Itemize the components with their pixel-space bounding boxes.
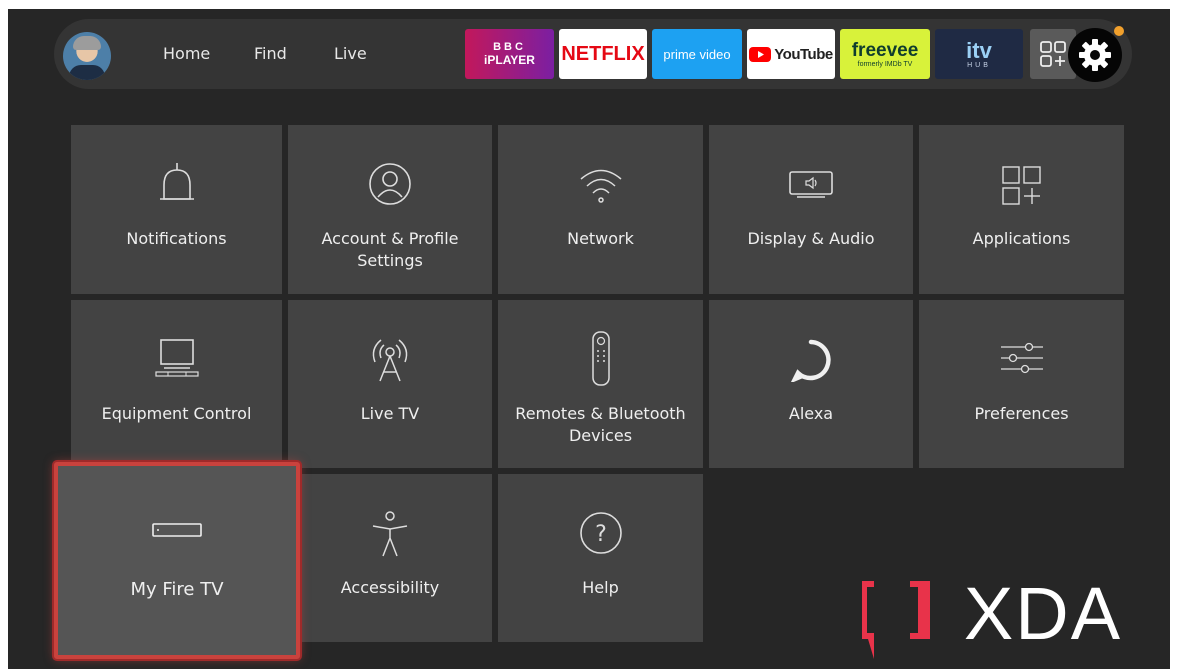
tile-notifications[interactable]: Notifications bbox=[71, 125, 282, 294]
app-youtube[interactable]: YouTube bbox=[747, 29, 835, 79]
tile-equipment-label: Equipment Control bbox=[101, 404, 252, 423]
tile-help-label: Help bbox=[582, 578, 619, 597]
gear-icon bbox=[1079, 39, 1111, 71]
tile-preferences-label: Preferences bbox=[974, 404, 1069, 423]
tile-live-tv[interactable]: Live TV bbox=[288, 300, 492, 468]
tile-remotes-label: Remotes & Bluetooth Devices bbox=[515, 404, 686, 445]
tile-notifications-label: Notifications bbox=[126, 229, 227, 248]
freevee-subtitle: formerly IMDb TV bbox=[857, 60, 913, 68]
alexa-ring-icon bbox=[790, 339, 831, 382]
nav-home[interactable]: Home bbox=[163, 44, 210, 63]
fire-tv-device-icon bbox=[152, 523, 202, 537]
tile-account-profile[interactable]: Account & Profile Settings bbox=[288, 125, 492, 294]
profile-avatar[interactable] bbox=[63, 32, 111, 80]
xda-text: XDA bbox=[964, 575, 1122, 655]
svg-text:?: ? bbox=[595, 522, 607, 547]
app-prime-video[interactable]: prime video bbox=[652, 29, 742, 79]
nav-live[interactable]: Live bbox=[334, 44, 367, 63]
tv-speaker-icon bbox=[789, 171, 833, 198]
tile-alexa[interactable]: Alexa bbox=[709, 300, 913, 468]
tile-applications[interactable]: Applications bbox=[919, 125, 1124, 294]
tile-display-audio[interactable]: Display & Audio bbox=[709, 125, 913, 294]
tile-applications-label: Applications bbox=[972, 229, 1071, 248]
broadcast-antenna-icon bbox=[372, 339, 408, 382]
tile-accessibility-label: Accessibility bbox=[340, 578, 440, 597]
remote-control-icon bbox=[591, 331, 610, 386]
accessibility-person-icon bbox=[372, 511, 408, 557]
sliders-icon bbox=[1000, 342, 1043, 374]
prime-logo-text: prime video bbox=[663, 46, 731, 62]
tile-myfiretv-label: My Fire TV bbox=[130, 579, 224, 600]
app-itv-hub[interactable]: itv HUB bbox=[935, 29, 1023, 79]
tile-my-fire-tv[interactable]: My Fire TV bbox=[54, 462, 300, 659]
tile-network-label: Network bbox=[567, 229, 634, 248]
xda-watermark: XDA bbox=[858, 572, 1160, 663]
app-freevee[interactable]: freevee formerly IMDb TV bbox=[840, 29, 930, 79]
freevee-logo-text: freevee bbox=[851, 39, 919, 61]
itv-subtitle: HUB bbox=[967, 61, 991, 69]
iplayer-text: iPLAYER bbox=[484, 53, 535, 67]
user-profile-icon bbox=[369, 163, 411, 205]
tile-equipment-control[interactable]: Equipment Control bbox=[71, 300, 282, 468]
bell-icon bbox=[159, 163, 194, 200]
settings-button[interactable] bbox=[1068, 28, 1122, 82]
youtube-play-icon bbox=[749, 46, 772, 62]
tile-network[interactable]: Network bbox=[498, 125, 703, 294]
tile-alexa-label: Alexa bbox=[788, 404, 834, 423]
xda-logo: XDA bbox=[862, 572, 1122, 659]
wifi-icon bbox=[580, 169, 621, 203]
tile-preferences[interactable]: Preferences bbox=[919, 300, 1124, 468]
app-bbc-iplayer[interactable]: BBC iPLAYER bbox=[465, 29, 554, 79]
tile-livetv-label: Live TV bbox=[360, 404, 420, 423]
help-question-icon: ? bbox=[579, 512, 622, 554]
tile-accessibility[interactable]: Accessibility bbox=[288, 474, 492, 642]
netflix-logo-text: NETFLIX bbox=[561, 42, 645, 65]
tile-remotes-bluetooth[interactable]: Remotes & Bluetooth Devices bbox=[498, 300, 703, 468]
tile-help[interactable]: ? Help bbox=[498, 474, 703, 642]
nav-find[interactable]: Find bbox=[254, 44, 287, 63]
tile-account-label: Account & Profile Settings bbox=[321, 229, 459, 270]
computer-equipment-icon bbox=[154, 339, 199, 377]
apps-grid-icon bbox=[1001, 166, 1041, 205]
tile-display-label: Display & Audio bbox=[747, 229, 875, 248]
notification-dot bbox=[1114, 26, 1124, 36]
app-netflix[interactable]: NETFLIX bbox=[559, 29, 647, 79]
itv-logo-text: itv bbox=[966, 37, 992, 63]
youtube-logo-text: YouTube bbox=[774, 45, 833, 63]
app-grid-icon bbox=[1040, 41, 1066, 67]
